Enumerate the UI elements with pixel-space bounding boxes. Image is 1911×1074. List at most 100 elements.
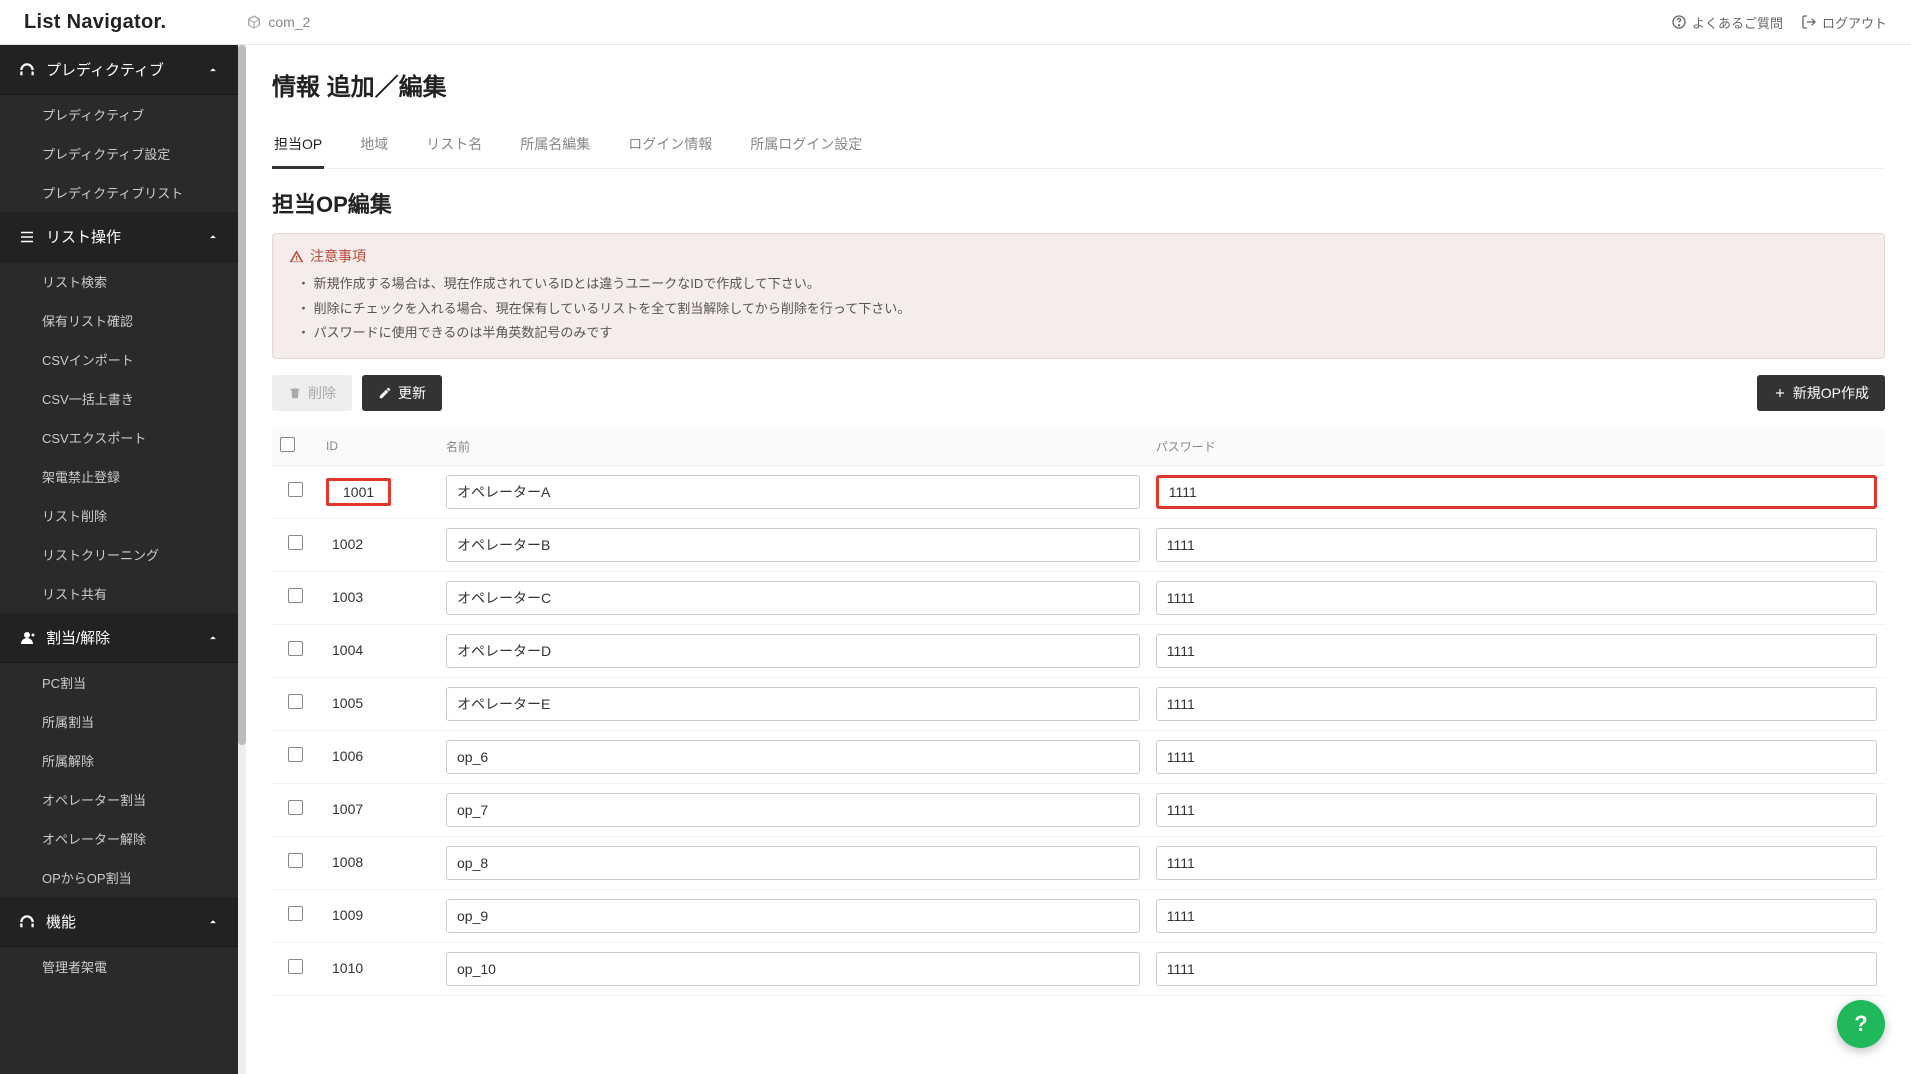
password-input[interactable] <box>1156 581 1877 615</box>
sidebar-item[interactable]: 架電禁止登録 <box>0 457 238 496</box>
sidebar-item[interactable]: オペレーター解除 <box>0 819 238 858</box>
sidebar-item[interactable]: プレディクティブ設定 <box>0 134 238 173</box>
section-icon <box>18 913 36 931</box>
sidebar-scrollbar[interactable] <box>238 45 246 1074</box>
plus-icon <box>1773 386 1787 400</box>
row-checkbox[interactable] <box>288 588 303 603</box>
cube-icon <box>246 14 262 30</box>
section-title: リスト操作 <box>46 226 121 247</box>
row-id: 1001 <box>326 478 391 506</box>
password-input[interactable] <box>1156 952 1877 986</box>
row-checkbox[interactable] <box>288 482 303 497</box>
table-row: 1001 <box>272 466 1885 519</box>
row-checkbox[interactable] <box>288 641 303 656</box>
operator-table: ID 名前 パスワード 1001100210031004100510061007… <box>272 427 1885 996</box>
tab[interactable]: 所属名編集 <box>518 126 592 169</box>
sidebar-section-header[interactable]: 割当/解除 <box>0 613 238 663</box>
edit-icon <box>378 386 392 400</box>
table-row: 1006 <box>272 731 1885 784</box>
scrollbar-thumb[interactable] <box>238 45 246 745</box>
password-input[interactable] <box>1156 793 1877 827</box>
name-input[interactable] <box>446 528 1140 562</box>
main-content: 情報 追加／編集 担当OP 地域リスト名所属名編集ログイン情報所属ログイン設定 担… <box>246 45 1911 1074</box>
col-header-check <box>272 427 318 466</box>
tab[interactable]: 地域 <box>358 126 390 169</box>
help-icon <box>1671 14 1687 30</box>
notice-line: 新規作成する場合は、現在作成されているIDとは違うユニークなIDで作成して下さい… <box>297 272 1868 297</box>
row-id: 1005 <box>326 695 363 711</box>
sidebar-item[interactable]: OPからOP割当 <box>0 858 238 897</box>
table-row: 1004 <box>272 625 1885 678</box>
faq-link[interactable]: よくあるご質問 <box>1671 13 1783 32</box>
sidebar-item[interactable]: プレディクティブリスト <box>0 173 238 212</box>
sidebar-item[interactable]: CSV一括上書き <box>0 379 238 418</box>
name-input[interactable] <box>446 793 1140 827</box>
password-input[interactable] <box>1156 740 1877 774</box>
row-checkbox[interactable] <box>288 535 303 550</box>
sidebar-item[interactable]: リストクリーニング <box>0 535 238 574</box>
name-input[interactable] <box>446 952 1140 986</box>
sidebar-item[interactable]: CSVインポート <box>0 340 238 379</box>
sidebar-item[interactable]: リスト共有 <box>0 574 238 613</box>
delete-button[interactable]: 削除 <box>272 375 352 411</box>
check-all[interactable] <box>280 437 295 452</box>
name-input[interactable] <box>446 740 1140 774</box>
sidebar-item[interactable]: 所属割当 <box>0 702 238 741</box>
row-checkbox[interactable] <box>288 694 303 709</box>
row-checkbox[interactable] <box>288 800 303 815</box>
name-input[interactable] <box>446 846 1140 880</box>
sidebar-item[interactable]: プレディクティブ <box>0 95 238 134</box>
name-input[interactable] <box>446 634 1140 668</box>
update-button[interactable]: 更新 <box>362 375 442 411</box>
password-input[interactable] <box>1156 528 1877 562</box>
password-input[interactable] <box>1156 846 1877 880</box>
page-title: 情報 追加／編集 <box>272 67 1885 102</box>
section-title: プレディクティブ <box>46 59 164 80</box>
sidebar-section-header[interactable]: 機能 <box>0 897 238 947</box>
table-row: 1007 <box>272 784 1885 837</box>
table-row: 1010 <box>272 943 1885 996</box>
topbar: List Navigator. com_2 よくあるご質問 ログアウト <box>0 0 1911 45</box>
table-row: 1002 <box>272 519 1885 572</box>
section-icon <box>18 61 36 79</box>
password-input[interactable] <box>1156 687 1877 721</box>
section-icon <box>18 629 36 647</box>
col-header-id: ID <box>318 427 438 466</box>
sidebar-item[interactable]: 管理者架電 <box>0 947 238 986</box>
table-row: 1009 <box>272 890 1885 943</box>
sidebar-item[interactable]: オペレーター割当 <box>0 780 238 819</box>
sidebar-section-header[interactable]: プレディクティブ <box>0 45 238 95</box>
row-checkbox[interactable] <box>288 959 303 974</box>
password-input[interactable] <box>1156 475 1877 509</box>
section-title: 割当/解除 <box>46 627 110 648</box>
row-checkbox[interactable] <box>288 853 303 868</box>
help-fab[interactable]: ? <box>1837 1000 1885 1048</box>
name-input[interactable] <box>446 899 1140 933</box>
tab[interactable]: リスト名 <box>424 126 484 169</box>
password-input[interactable] <box>1156 899 1877 933</box>
name-input[interactable] <box>446 475 1140 509</box>
sidebar-item[interactable]: PC割当 <box>0 663 238 702</box>
sidebar-item[interactable]: 保有リスト確認 <box>0 301 238 340</box>
tab[interactable]: 担当OP <box>272 126 324 169</box>
company-name: com_2 <box>268 14 310 30</box>
sidebar-item[interactable]: CSVエクスポート <box>0 418 238 457</box>
section-title: 機能 <box>46 911 76 932</box>
sidebar-item[interactable]: 所属解除 <box>0 741 238 780</box>
new-op-button[interactable]: 新規OP作成 <box>1757 375 1885 411</box>
col-header-name: 名前 <box>438 427 1148 466</box>
name-input[interactable] <box>446 687 1140 721</box>
sidebar-section-header[interactable]: リスト操作 <box>0 212 238 262</box>
notice-heading: 注意事項 <box>289 246 1868 266</box>
name-input[interactable] <box>446 581 1140 615</box>
row-checkbox[interactable] <box>288 747 303 762</box>
tab[interactable]: ログイン情報 <box>626 126 714 169</box>
logout-link[interactable]: ログアウト <box>1801 13 1887 32</box>
password-input[interactable] <box>1156 634 1877 668</box>
sidebar-item[interactable]: リスト削除 <box>0 496 238 535</box>
company-indicator: com_2 <box>246 14 310 30</box>
row-checkbox[interactable] <box>288 906 303 921</box>
tabs: 担当OP 地域リスト名所属名編集ログイン情報所属ログイン設定 <box>272 126 1885 169</box>
tab[interactable]: 所属ログイン設定 <box>748 126 864 169</box>
sidebar-item[interactable]: リスト検索 <box>0 262 238 301</box>
